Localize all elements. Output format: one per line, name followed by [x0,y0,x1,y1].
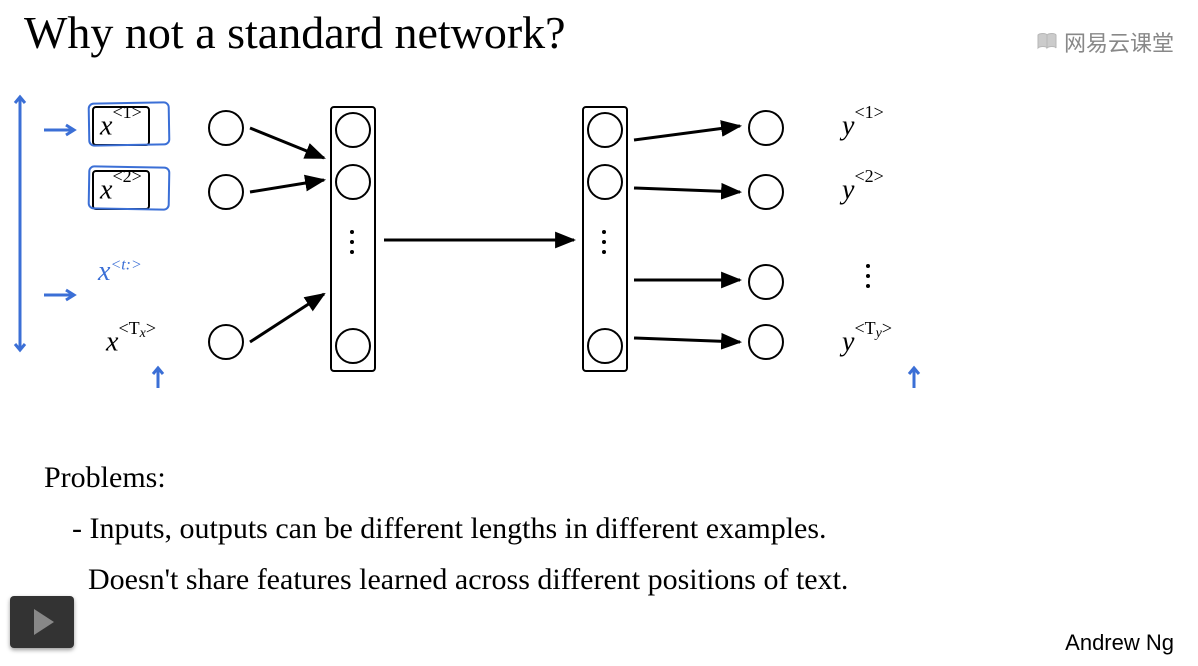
output-y2: y<2> [842,172,884,206]
slide-title: Why not a standard network? [24,6,566,59]
output-y1: y<1> [842,108,884,142]
input-xt-hand: x<t:> [98,256,142,288]
h1-vdots [350,230,354,254]
input-xTx: x<Tx> [106,324,156,358]
h1-node-1 [335,112,371,148]
watermark-text: 网易云课堂 [1064,26,1174,58]
input-node-2 [208,174,244,210]
output-node-Ty [748,324,784,360]
hand-arrow-up-yTy [902,362,932,392]
network-diagram: x<1> x<2> x<t:> x<Tx> y<1> y<2> y<Ty> [0,80,1198,400]
input-node-1 [208,110,244,146]
input-node-Tx [208,324,244,360]
play-button[interactable] [10,596,74,648]
h2-node-1 [587,112,623,148]
hand-arrow-up-xTx [146,362,176,392]
output-yTy: y<Ty> [842,324,892,358]
problems-heading: Problems: [44,452,1164,503]
output-vdots [866,264,870,288]
author-text: Andrew Ng [1065,630,1174,656]
hand-box-x1 [88,101,171,146]
book-icon [1036,32,1058,52]
output-node-2 [748,174,784,210]
play-icon [34,609,54,635]
hand-box-x2 [88,165,171,210]
hand-arrows-left [0,90,80,390]
h1-node-last [335,328,371,364]
output-node-3 [748,264,784,300]
problems-block: Problems: - Inputs, outputs can be diffe… [44,452,1164,605]
watermark: 网易云课堂 [1036,26,1174,58]
h2-node-last [587,328,623,364]
output-node-1 [748,110,784,146]
h1-node-2 [335,164,371,200]
h2-node-2 [587,164,623,200]
problem-1: - Inputs, outputs can be different lengt… [44,503,1164,554]
h2-vdots [602,230,606,254]
problem-2: Doesn't share features learned across di… [44,554,1164,605]
